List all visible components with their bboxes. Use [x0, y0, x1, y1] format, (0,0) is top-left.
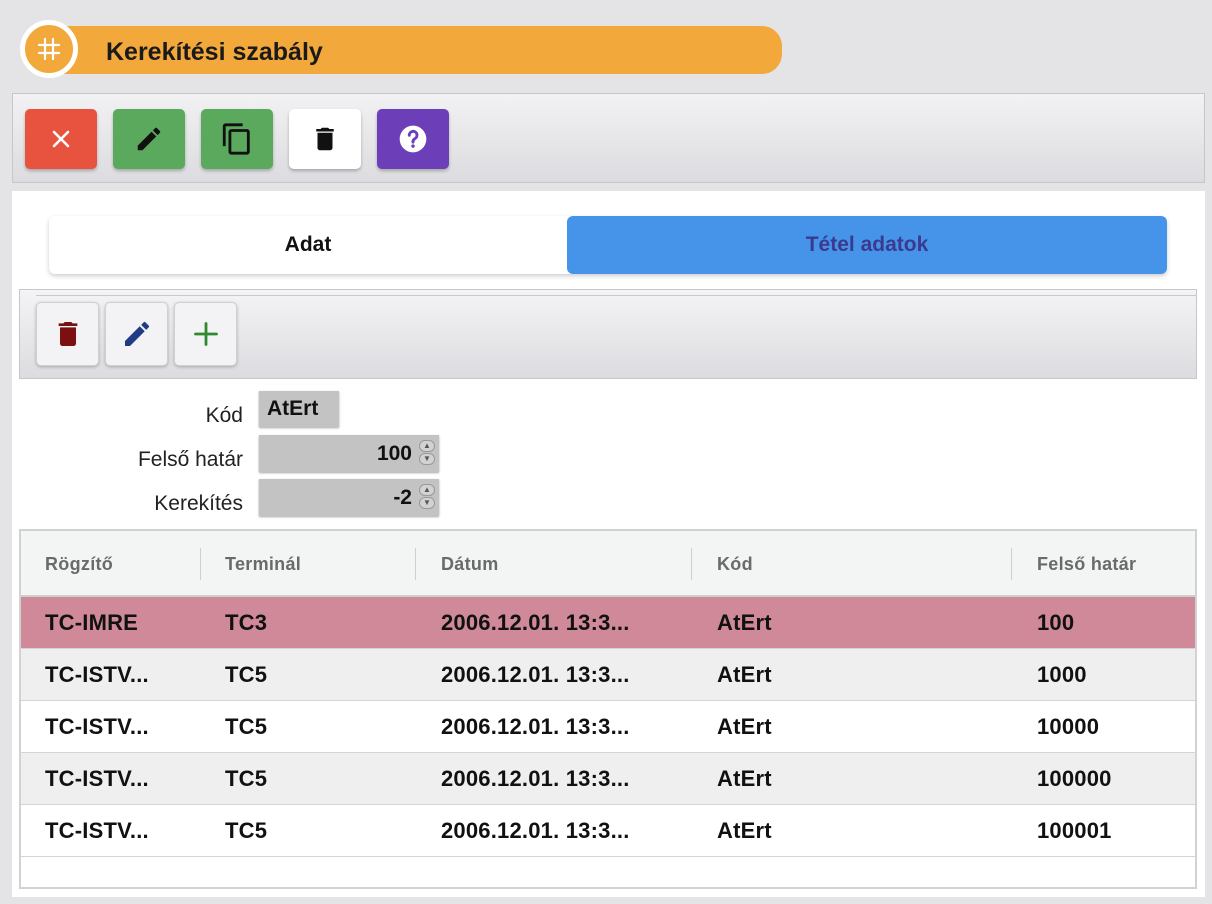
cell-rogzito: TC-ISTV... [45, 766, 149, 791]
kerekites-label: Kerekítés [154, 492, 243, 515]
felso-hatar-value: 100 [376, 441, 412, 465]
data-grid: Rögzítő Terminál Dátum Kód Felső határ T… [19, 529, 1197, 889]
cell-terminal: TC5 [225, 766, 268, 791]
copy-icon [222, 123, 250, 155]
cell-datum: 2006.12.01. 13:3... [441, 714, 630, 739]
table-row[interactable]: TC-ISTV... TC5 2006.12.01. 13:3... AtErt… [21, 701, 1195, 753]
cell-felso-hatar: 100 [1037, 610, 1075, 635]
kerekites-field[interactable]: -2 ▲ ▼ [259, 479, 439, 516]
cell-felso-hatar: 10000 [1037, 714, 1100, 739]
add-item-button[interactable] [174, 302, 237, 366]
cell-terminal: TC5 [225, 662, 268, 687]
grid-header: Rögzítő Terminál Dátum Kód Felső határ [21, 531, 1195, 597]
kod-field[interactable]: AtErt [259, 391, 339, 427]
window: Kerekítési szabály Adat Tétel adatok Kód… [0, 0, 1212, 904]
delete-button[interactable] [289, 109, 361, 169]
column-separator[interactable] [1011, 548, 1012, 580]
pencil-icon [124, 321, 149, 346]
cell-terminal: TC5 [225, 714, 268, 739]
column-header-datum[interactable]: Dátum [441, 531, 499, 597]
cell-terminal: TC3 [225, 610, 268, 635]
trash-icon [316, 127, 334, 151]
cell-datum: 2006.12.01. 13:3... [441, 610, 630, 635]
cell-kod: AtErt [717, 662, 772, 687]
chevron-down-icon[interactable]: ▼ [419, 453, 435, 465]
cell-rogzito: TC-ISTV... [45, 818, 149, 843]
column-header-rogzito[interactable]: Rögzítő [45, 531, 113, 597]
title-bar: Kerekítési szabály [20, 20, 782, 78]
copy-button[interactable] [201, 109, 273, 169]
table-row[interactable]: TC-ISTV... TC5 2006.12.01. 13:3... AtErt… [21, 753, 1195, 805]
hash-icon [20, 20, 78, 78]
cell-terminal: TC5 [225, 818, 268, 843]
tab-bar: Adat Tétel adatok [49, 216, 1167, 274]
table-row[interactable]: TC-ISTV... TC5 2006.12.01. 13:3... AtErt… [21, 649, 1195, 701]
cell-rogzito: TC-ISTV... [45, 714, 149, 739]
plus-icon [193, 322, 218, 346]
cell-datum: 2006.12.01. 13:3... [441, 818, 630, 843]
cell-felso-hatar: 100000 [1037, 766, 1112, 791]
cell-datum: 2006.12.01. 13:3... [441, 766, 630, 791]
cell-rogzito: TC-IMRE [45, 610, 139, 635]
felso-hatar-label: Felső határ [137, 448, 243, 471]
kod-value: AtErt [267, 397, 319, 420]
felso-hatar-field[interactable]: 100 ▲ ▼ [259, 435, 439, 472]
chevron-up-icon[interactable]: ▲ [419, 484, 435, 496]
content-panel: Adat Tétel adatok Kód AtErt Felső határ … [12, 191, 1205, 897]
cell-datum: 2006.12.01. 13:3... [441, 662, 630, 687]
cell-rogzito: TC-ISTV... [45, 662, 149, 687]
pencil-icon [137, 127, 161, 151]
edit-item-button[interactable] [105, 302, 168, 366]
cell-felso-hatar: 1000 [1037, 662, 1087, 687]
cell-felso-hatar: 100001 [1037, 818, 1112, 843]
edit-button[interactable] [113, 109, 185, 169]
tab-adat[interactable]: Adat [49, 216, 567, 274]
delete-item-button[interactable] [36, 302, 99, 366]
main-toolbar [12, 93, 1205, 183]
page-title: Kerekítési szabály [106, 38, 323, 66]
cell-kod: AtErt [717, 714, 772, 739]
column-separator[interactable] [415, 548, 416, 580]
column-separator[interactable] [691, 548, 692, 580]
kod-label: Kód [205, 404, 243, 427]
close-icon [52, 130, 70, 148]
cell-kod: AtErt [717, 818, 772, 843]
column-header-felso-hatar[interactable]: Felső határ [1037, 531, 1136, 597]
close-button[interactable] [25, 109, 97, 169]
chevron-down-icon[interactable]: ▼ [419, 497, 435, 509]
item-toolbar [19, 289, 1197, 379]
column-separator[interactable] [200, 548, 201, 580]
table-row[interactable]: TC-ISTV... TC5 2006.12.01. 13:3... AtErt… [21, 805, 1195, 857]
help-icon [399, 125, 427, 153]
help-button[interactable] [377, 109, 449, 169]
column-header-kod[interactable]: Kód [717, 531, 753, 597]
tab-tetel-adatok[interactable]: Tétel adatok [567, 216, 1167, 274]
column-header-terminal[interactable]: Terminál [225, 531, 301, 597]
cell-kod: AtErt [717, 766, 772, 791]
cell-kod: AtErt [717, 610, 772, 635]
kerekites-spinner[interactable]: ▲ ▼ [419, 484, 435, 510]
felso-hatar-spinner[interactable]: ▲ ▼ [419, 440, 435, 466]
trash-icon [58, 322, 77, 346]
divider [36, 295, 1196, 296]
table-row[interactable]: TC-IMRE TC3 2006.12.01. 13:3... AtErt 10… [21, 597, 1195, 649]
chevron-up-icon[interactable]: ▲ [419, 440, 435, 452]
kerekites-value: -2 [393, 485, 412, 509]
